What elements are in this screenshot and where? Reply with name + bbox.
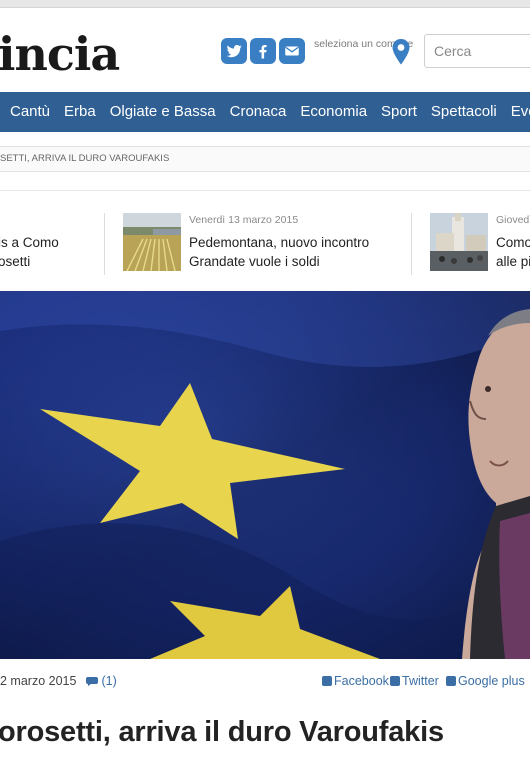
article-hero-image[interactable] <box>0 291 530 659</box>
nav-item-cronaca[interactable]: Cronaca <box>223 92 294 132</box>
related-date: Venerdì 13 marzo 2015 <box>189 214 299 226</box>
twitter-icon <box>390 676 400 686</box>
email-button[interactable] <box>279 38 305 64</box>
related-title-line2: osetti <box>0 254 31 269</box>
related-thumbnail <box>430 213 488 271</box>
related-title-line1: Como <box>496 235 530 250</box>
share-facebook-label: Facebook <box>334 674 389 688</box>
site-logo[interactable]: incia <box>0 30 120 78</box>
related-date: Giovedì <box>496 214 530 226</box>
share-google-label: Google plus <box>458 674 525 688</box>
mail-icon <box>285 46 299 56</box>
nav-item-economia[interactable]: Economia <box>293 92 374 132</box>
facebook-icon <box>259 45 267 59</box>
breadcrumb: SETTI, ARRIVA IL DURO VAROUFAKIS <box>0 146 530 172</box>
related-article[interactable]: Giovedì Como alle pi <box>430 213 530 277</box>
breadcrumb-current: SETTI, ARRIVA IL DURO VAROUFAKIS <box>0 153 170 164</box>
nav-item-spettacoli[interactable]: Spettacoli <box>424 92 504 132</box>
related-title-line2: alle pi <box>496 254 530 269</box>
map-pin-icon[interactable] <box>391 38 411 66</box>
related-article[interactable]: is a Como osetti <box>0 213 100 277</box>
nav-item-eventi[interactable]: Eve <box>504 92 530 132</box>
facebook-icon <box>322 676 332 686</box>
main-nav: Cantù Erba Olgiate e Bassa Cronaca Econo… <box>0 92 530 132</box>
speech-bubble-icon <box>86 677 98 686</box>
article-meta: 2 marzo 2015 (1) Facebook Twitter Google… <box>0 674 530 692</box>
twitter-button[interactable] <box>221 38 247 64</box>
related-thumbnail <box>123 213 181 271</box>
related-divider <box>0 190 530 191</box>
browser-top-strip <box>0 0 530 8</box>
share-twitter[interactable]: Twitter <box>390 674 439 688</box>
share-google[interactable]: Google plus <box>446 674 525 688</box>
nav-item-olgiate[interactable]: Olgiate e Bassa <box>103 92 223 132</box>
nav-item-sport[interactable]: Sport <box>374 92 424 132</box>
related-title-line2: Grandate vuole i soldi <box>189 254 320 269</box>
share-twitter-label: Twitter <box>402 674 439 688</box>
search-input[interactable] <box>424 34 530 68</box>
comments-link[interactable]: (1) <box>86 674 117 688</box>
facebook-button[interactable] <box>250 38 276 64</box>
nav-item-erba[interactable]: Erba <box>57 92 103 132</box>
nav-item-cantu[interactable]: Cantù <box>0 92 57 132</box>
twitter-icon <box>226 45 242 58</box>
related-title-line1: is a Como <box>0 235 59 250</box>
related-article[interactable]: Venerdì 13 marzo 2015 Pedemontana, nuovo… <box>123 213 403 277</box>
comments-count: (1) <box>101 674 117 688</box>
google-plus-icon <box>446 676 456 686</box>
share-facebook[interactable]: Facebook <box>322 674 389 688</box>
related-title-line1: Pedemontana, nuovo incontro <box>189 235 370 250</box>
related-separator <box>104 213 105 275</box>
related-separator <box>411 213 412 275</box>
article-headline: orosetti, arriva il duro Varoufakis <box>0 716 444 748</box>
site-header: incia seleziona un comune <box>0 8 530 92</box>
article-date: 2 marzo 2015 <box>0 674 77 688</box>
